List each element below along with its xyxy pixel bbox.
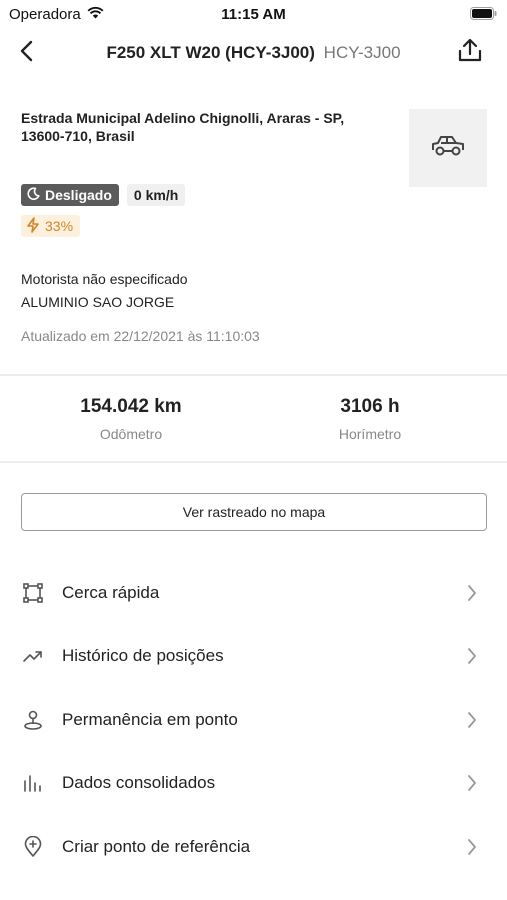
share-icon xyxy=(457,37,483,68)
speed-badge: 0 km/h xyxy=(126,184,186,206)
menu-item-label: Histórico de posições xyxy=(62,646,224,666)
menu-item-label: Permanência em ponto xyxy=(62,709,238,729)
menu-item-consolidated-data[interactable]: Dados consolidados xyxy=(0,752,507,816)
status-bar: Operadora 11:15 AM xyxy=(0,0,507,30)
car-icon xyxy=(430,133,466,164)
bar-chart-icon xyxy=(21,771,45,795)
driver-name: Motorista não especificado xyxy=(21,271,188,287)
actions-menu: Cerca rápida Histórico de posições Perma… xyxy=(0,561,507,879)
battery-icon xyxy=(470,7,497,25)
menu-item-label: Dados consolidados xyxy=(62,773,216,793)
lightning-icon xyxy=(26,216,40,236)
hourmeter-stat: 3106 h Horímetro xyxy=(270,396,470,442)
hourmeter-value: 3106 h xyxy=(340,396,400,417)
view-on-map-button[interactable]: Ver rastreado no mapa xyxy=(21,493,487,531)
divider xyxy=(0,461,507,463)
chevron-right-icon xyxy=(465,773,479,793)
chevron-right-icon xyxy=(465,583,479,603)
menu-item-label: Criar ponto de referência xyxy=(62,836,251,856)
menu-item-label: Cerca rápida xyxy=(62,582,160,602)
company-name: ALUMINIO SAO JORGE xyxy=(21,294,175,310)
menu-item-position-history[interactable]: Histórico de posições xyxy=(0,625,507,689)
last-update: Atualizado em 22/12/2021 às 11:10:03 xyxy=(21,328,260,344)
vehicle-thumbnail xyxy=(409,109,487,187)
fence-icon xyxy=(21,581,45,605)
add-location-icon xyxy=(21,835,45,859)
vehicle-plate: HCY-3J00 xyxy=(323,43,401,62)
ignition-status-label: Desligado xyxy=(45,187,112,203)
status-time: 11:15 AM xyxy=(221,6,286,23)
hourmeter-label: Horímetro xyxy=(338,426,402,442)
chevron-right-icon xyxy=(465,646,479,666)
stats-panel: 154.042 km Odômetro 3106 h Horímetro xyxy=(0,376,507,462)
menu-item-create-reference-point[interactable]: Criar ponto de referência xyxy=(0,815,507,879)
odometer-label: Odômetro xyxy=(99,426,163,442)
menu-item-quick-fence[interactable]: Cerca rápida xyxy=(0,561,507,625)
moon-icon xyxy=(27,187,40,203)
odometer-stat: 154.042 km Odômetro xyxy=(31,396,231,442)
menu-item-stay-at-point[interactable]: Permanência em ponto xyxy=(0,688,507,752)
chevron-right-icon xyxy=(465,837,479,857)
pin-person-icon xyxy=(21,708,45,732)
page-title: F250 XLT W20 (HCY-3J00) HCY-3J00 xyxy=(0,43,507,63)
vehicle-title: F250 XLT W20 (HCY-3J00) xyxy=(106,43,315,62)
driver-info: Motorista não especificado ALUMINIO SAO … xyxy=(21,268,188,314)
odometer-value: 154.042 km xyxy=(80,396,182,417)
share-button[interactable] xyxy=(455,37,485,67)
trend-icon xyxy=(21,644,45,668)
nav-bar: F250 XLT W20 (HCY-3J00) HCY-3J00 xyxy=(0,30,507,76)
status-badges: Desligado 0 km/h xyxy=(21,184,186,206)
chevron-right-icon xyxy=(465,710,479,730)
battery-level: 33% xyxy=(45,218,74,234)
battery-badge: 33% xyxy=(21,215,81,237)
ignition-status-badge: Desligado xyxy=(21,184,119,206)
vehicle-address: Estrada Municipal Adelino Chignolli, Ara… xyxy=(21,110,345,144)
